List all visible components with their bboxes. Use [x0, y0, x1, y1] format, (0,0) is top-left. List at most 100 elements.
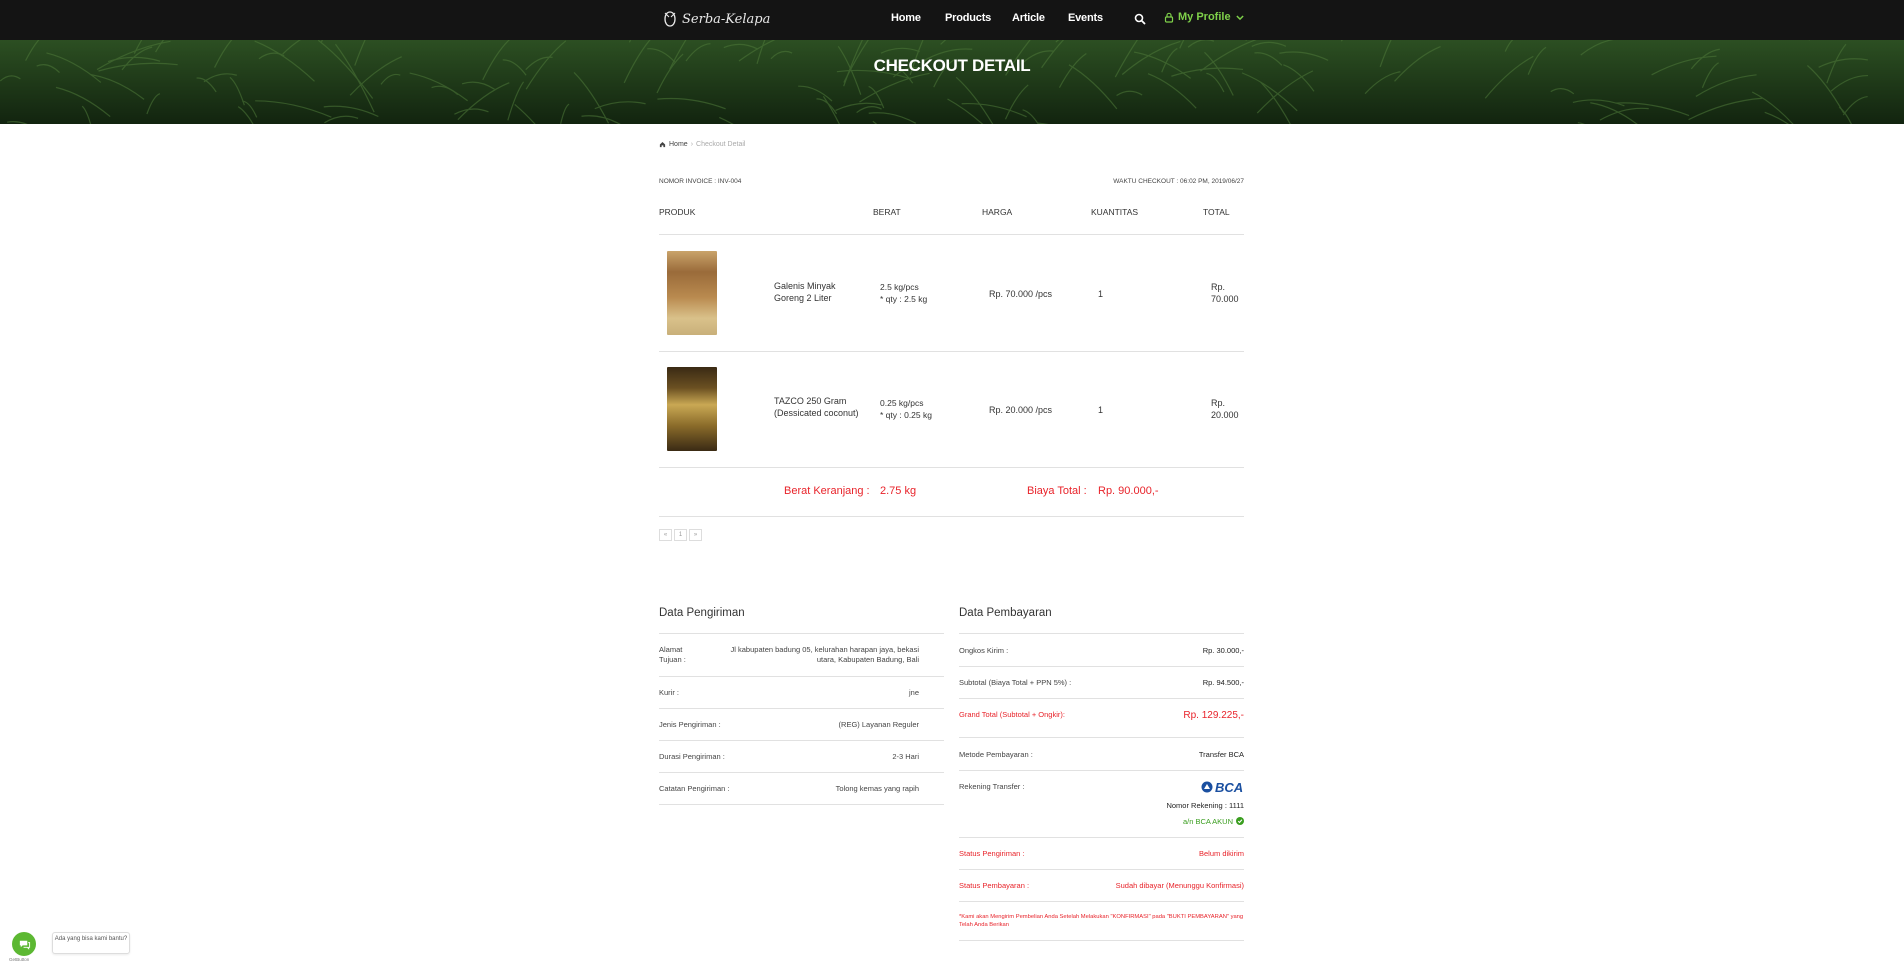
courier-value: jne — [908, 688, 919, 697]
cart-weight-label: Berat Keranjang : — [784, 485, 870, 497]
breadcrumb-home[interactable]: Home — [669, 141, 688, 148]
product-total-currency: Rp. — [1211, 282, 1226, 292]
shipping-status-value: Belum dikirim — [1198, 849, 1244, 858]
product-price: Rp. 20.000 /pcs — [989, 405, 1053, 415]
product-name[interactable]: TAZCO 250 Gram (Dessicated coconut) — [774, 395, 866, 419]
column-header-berat: BERAT — [873, 207, 901, 217]
my-profile-menu[interactable]: My Profile — [1164, 11, 1245, 23]
pagination-page[interactable]: 1 — [674, 529, 687, 541]
grand-total-value: Rp. 129.225,- — [1183, 710, 1244, 721]
divider — [659, 467, 1244, 468]
divider — [959, 869, 1244, 870]
courier-label: Kurir : — [659, 688, 680, 697]
page-banner: CHECKOUT DETAIL — [0, 40, 1904, 124]
product-quantity: 1 — [1098, 289, 1104, 299]
column-header-harga: HARGA — [982, 207, 1013, 217]
nav-home[interactable]: Home — [891, 12, 921, 24]
divider — [659, 676, 944, 677]
bca-emblem-icon — [1201, 781, 1213, 793]
shipping-section-title: Data Pengiriman — [659, 607, 745, 619]
nav-events[interactable]: Events — [1068, 12, 1103, 24]
verified-check-icon — [1236, 817, 1244, 825]
shipping-type-label: Jenis Pengiriman : — [659, 720, 721, 729]
divider — [659, 234, 1244, 235]
product-total-amount: 70.000 — [1211, 294, 1239, 304]
divider — [959, 666, 1244, 667]
nav-article[interactable]: Article — [1012, 12, 1045, 24]
column-header-produk: PRODUK — [659, 207, 696, 217]
payment-method-value: Transfer BCA — [1198, 750, 1244, 759]
divider — [659, 351, 1244, 352]
shipping-note-value: Tolong kemas yang rapih — [835, 784, 919, 793]
transfer-account-label: Rekening Transfer : — [959, 782, 1025, 791]
bca-logo: BCA — [1201, 779, 1244, 795]
nav-products[interactable]: Products — [945, 12, 991, 24]
divider — [959, 837, 1244, 838]
product-weight: 2.5 kg/pcs — [880, 282, 919, 292]
bca-logo-text: BCA — [1215, 779, 1244, 795]
product-quantity: 1 — [1098, 405, 1104, 415]
subtotal-value: Rp. 94.500,- — [1202, 678, 1244, 687]
invoice-number: NOMOR INVOICE : INV-004 — [659, 178, 742, 185]
shipping-duration-label: Durasi Pengiriman : — [659, 752, 725, 761]
shipping-cost-label: Ongkos Kirim : — [959, 646, 1009, 655]
divider — [659, 633, 944, 634]
shipping-address-label: Alamat Tujuan : — [659, 645, 686, 664]
divider — [959, 737, 1244, 738]
search-icon[interactable] — [1134, 12, 1146, 25]
divider — [659, 516, 1244, 517]
divider — [659, 708, 944, 709]
divider — [959, 770, 1244, 771]
divider — [959, 940, 1244, 941]
shipping-status-label: Status Pengiriman : — [959, 849, 1025, 858]
checkout-time: WAKTU CHECKOUT : 06:02 PM, 2019/06/27 — [1113, 178, 1244, 185]
breadcrumb: Home › Checkout Detail — [659, 141, 745, 148]
product-total-amount: 20.000 — [1211, 410, 1239, 420]
chevron-down-icon — [1235, 14, 1244, 20]
shipping-type-value: (REG) Layanan Reguler — [838, 720, 919, 729]
divider — [659, 740, 944, 741]
total-cost-value: Rp. 90.000,- — [1098, 485, 1159, 497]
page-title: CHECKOUT DETAIL — [873, 56, 1031, 75]
payment-status-value: Sudah dibayar (Menunggu Konfirmasi) — [1115, 881, 1244, 890]
divider — [959, 901, 1244, 902]
product-weight-qty: * qty : 0.25 kg — [880, 410, 932, 420]
column-header-kuantitas: KUANTITAS — [1091, 207, 1139, 217]
chat-button[interactable] — [12, 932, 36, 956]
divider — [659, 772, 944, 773]
chat-icon — [19, 940, 30, 950]
pagination: « 1 » — [659, 529, 702, 541]
shipping-cost-value: Rp. 30.000,- — [1202, 646, 1244, 655]
coconut-logo-icon — [662, 10, 678, 28]
payment-method-label: Metode Pembayaran : — [959, 750, 1033, 759]
shipping-duration-value: 2-3 Hari — [892, 752, 919, 761]
my-profile-label: My Profile — [1178, 11, 1231, 23]
divider — [959, 633, 1244, 634]
product-name[interactable]: Galenis Minyak Goreng 2 Liter — [774, 280, 866, 304]
account-number: Nomor Rekening : 1111 — [1166, 801, 1244, 810]
shipping-note-label: Catatan Pengiriman : — [659, 784, 730, 793]
total-cost-label: Biaya Total : — [1027, 485, 1087, 497]
home-icon — [659, 142, 666, 148]
cart-weight-value: 2.75 kg — [880, 485, 917, 497]
top-navbar: Serba-Kelapa Home Products Article Event… — [0, 0, 1904, 40]
logo-text: Serba-Kelapa — [682, 11, 771, 27]
product-weight-qty: * qty : 2.5 kg — [880, 294, 928, 304]
product-total-currency: Rp. — [1211, 398, 1226, 408]
pagination-prev[interactable]: « — [659, 529, 672, 541]
divider — [959, 698, 1244, 699]
site-logo[interactable]: Serba-Kelapa — [662, 6, 770, 32]
account-name-row: a/n BCA AKUN — [1044, 817, 1244, 827]
pagination-next[interactable]: » — [689, 529, 702, 541]
payment-section-title: Data Pembayaran — [959, 607, 1052, 619]
product-image[interactable] — [667, 251, 717, 335]
lock-icon — [1164, 12, 1174, 23]
shipping-address-value: Jl kabupaten badung 05, kelurahan harapa… — [730, 645, 919, 664]
product-image[interactable] — [667, 367, 717, 451]
product-price: Rp. 70.000 /pcs — [989, 289, 1053, 299]
payment-note: *Kami akan Mengirim Pembelian Anda Setel… — [959, 914, 1244, 928]
divider — [659, 804, 944, 805]
chat-brand: GetButton — [9, 957, 30, 962]
account-name: a/n BCA AKUN — [1182, 817, 1233, 826]
chat-prompt-bubble[interactable]: Ada yang bisa kami bantu? — [52, 932, 130, 954]
